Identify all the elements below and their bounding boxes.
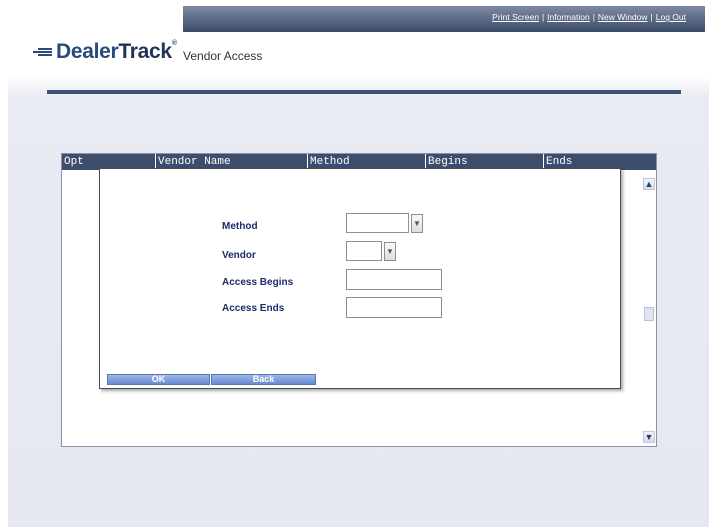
print-screen-link[interactable]: Print Screen (492, 12, 539, 22)
logo-text-track: Track (118, 40, 172, 63)
link-separator: | (650, 12, 653, 22)
vendor-access-dialog: Method ▼ Vendor ▼ Access Begins Access E… (99, 168, 621, 389)
dealertrack-logo: DealerTrack® (33, 40, 177, 64)
access-ends-label: Access Ends (222, 303, 285, 314)
vendor-dropdown-icon[interactable]: ▼ (384, 242, 396, 261)
panel-divider (47, 90, 681, 94)
vendor-select[interactable] (346, 241, 382, 261)
access-begins-label: Access Begins (222, 277, 294, 288)
registered-mark: ® (171, 40, 177, 47)
scroll-down-icon[interactable]: ▼ (643, 431, 655, 443)
access-ends-input[interactable] (346, 297, 442, 318)
access-begins-input[interactable] (346, 269, 442, 290)
logo-lines-icon (33, 47, 52, 57)
method-label: Method (222, 221, 258, 232)
new-window-link[interactable]: New Window (598, 12, 648, 22)
information-link[interactable]: Information (547, 12, 590, 22)
method-dropdown-icon[interactable]: ▼ (411, 214, 423, 233)
vendor-label: Vendor (222, 250, 256, 261)
scroll-thumb[interactable] (644, 307, 654, 321)
top-bar-notch (150, 6, 195, 32)
logo-text: DealerTrack® (56, 40, 177, 64)
logo-text-dealer: Dealer (56, 40, 119, 63)
link-separator: | (541, 12, 545, 22)
scroll-up-icon[interactable]: ▲ (643, 178, 655, 190)
grid-scrollbar[interactable]: ▲ ▼ (642, 170, 656, 446)
ok-button[interactable]: OK (107, 374, 210, 385)
method-select[interactable] (346, 213, 409, 233)
back-button[interactable]: Back (211, 374, 316, 385)
log-out-link[interactable]: Log Out (656, 12, 686, 22)
link-separator: | (592, 12, 595, 22)
header-links: Print Screen | Information | New Window | Log … (492, 12, 686, 22)
page-title: Vendor Access (183, 49, 263, 63)
